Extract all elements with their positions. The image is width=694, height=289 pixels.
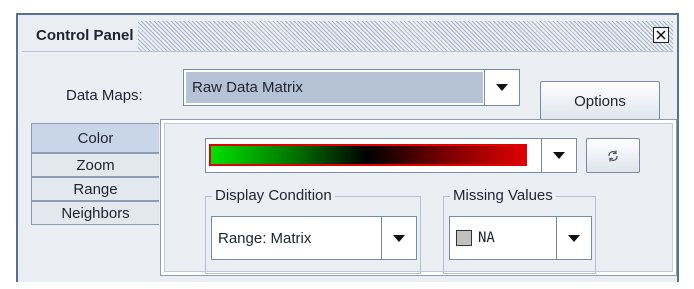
missing-values-value-wrap: NA: [450, 217, 557, 259]
color-gradient-bar: [209, 144, 527, 166]
control-panel-window: Control Panel Data Maps: Raw Data Matrix…: [16, 13, 679, 282]
display-condition-group: Display Condition Range: Matrix: [205, 187, 421, 274]
display-condition-legend: Display Condition: [212, 187, 335, 205]
color-gradient-dropdown[interactable]: [205, 138, 577, 173]
color-tab-content: Display Condition Range: Matrix Missing …: [160, 119, 677, 276]
refresh-button[interactable]: [586, 138, 640, 173]
chevron-down-icon[interactable]: [541, 139, 576, 172]
display-condition-value: Range: Matrix: [218, 229, 312, 247]
tab-neighbors[interactable]: Neighbors: [31, 201, 159, 225]
control-panel-body: Control Panel Data Maps: Raw Data Matrix…: [18, 15, 677, 282]
refresh-icon: [608, 150, 618, 161]
tab-color[interactable]: Color: [31, 123, 159, 153]
display-condition-dropdown[interactable]: Range: Matrix: [211, 216, 417, 260]
data-maps-dropdown[interactable]: Raw Data Matrix: [183, 69, 520, 106]
data-maps-selected-value: Raw Data Matrix: [186, 72, 483, 103]
chevron-down-icon[interactable]: [381, 217, 416, 259]
missing-color-swatch: [456, 230, 472, 246]
missing-values-value: NA: [478, 230, 495, 246]
title-bar[interactable]: Control Panel: [22, 21, 673, 52]
missing-values-legend: Missing Values: [450, 187, 556, 205]
tab-range[interactable]: Range: [31, 177, 159, 201]
window-title: Control Panel: [22, 21, 138, 51]
chevron-down-icon[interactable]: [556, 217, 591, 259]
tab-zoom[interactable]: Zoom: [31, 153, 159, 177]
options-button[interactable]: Options: [540, 81, 660, 121]
chevron-down-icon[interactable]: [484, 70, 519, 105]
data-maps-label: Data Maps:: [66, 87, 143, 104]
color-tab-inner: Display Condition Range: Matrix Missing …: [164, 123, 673, 274]
missing-values-dropdown[interactable]: NA: [449, 216, 592, 260]
close-icon[interactable]: [653, 27, 669, 43]
missing-values-group: Missing Values NA: [443, 187, 596, 274]
